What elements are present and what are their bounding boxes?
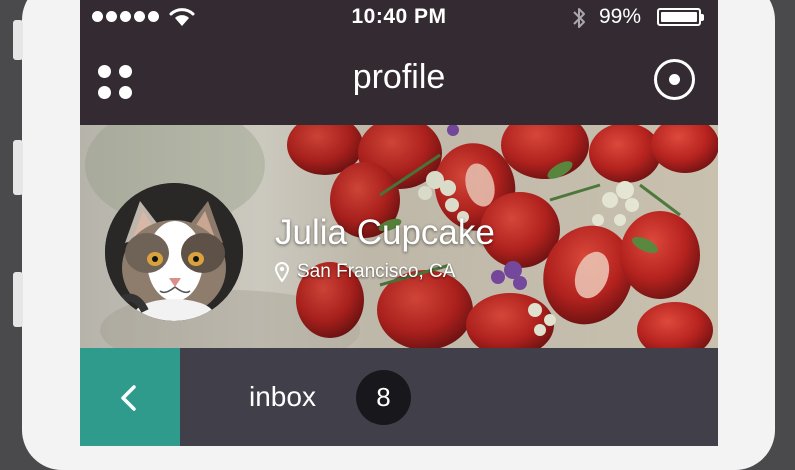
location-text: San Francisco, CA — [297, 261, 456, 282]
back-button[interactable] — [80, 348, 180, 446]
map-pin-icon — [275, 262, 289, 282]
bluetooth-icon — [573, 8, 585, 28]
status-bar: 10:40 PM 99% — [80, 0, 718, 36]
inbox-bar[interactable]: inbox 8 — [80, 348, 718, 446]
cat-avatar-illustration — [105, 183, 243, 321]
battery-fill — [661, 12, 697, 22]
battery-icon — [657, 8, 704, 26]
cat-photo-avatar — [105, 183, 243, 321]
inbox-count-badge: 8 — [356, 370, 411, 425]
battery-percent: 99% — [599, 5, 642, 28]
inbox-label[interactable]: inbox — [249, 381, 316, 413]
target-circle-icon[interactable] — [654, 59, 695, 100]
profile-location: San Francisco, CA — [275, 261, 455, 283]
volume-down-button — [13, 272, 23, 327]
page-title: profile — [352, 58, 446, 96]
volume-up-button — [13, 140, 23, 195]
nav-bar: profile — [80, 36, 718, 125]
profile-cover: Julia Cupcake San Francisco, CA — [80, 125, 718, 348]
profile-name: Julia Cupcake — [275, 213, 495, 252]
mute-switch — [13, 20, 23, 60]
app-screen: 10:40 PM 99% profile Julia Cupcake San F… — [80, 0, 718, 446]
chevron-left-icon — [121, 385, 136, 411]
battery-nub — [701, 14, 704, 21]
